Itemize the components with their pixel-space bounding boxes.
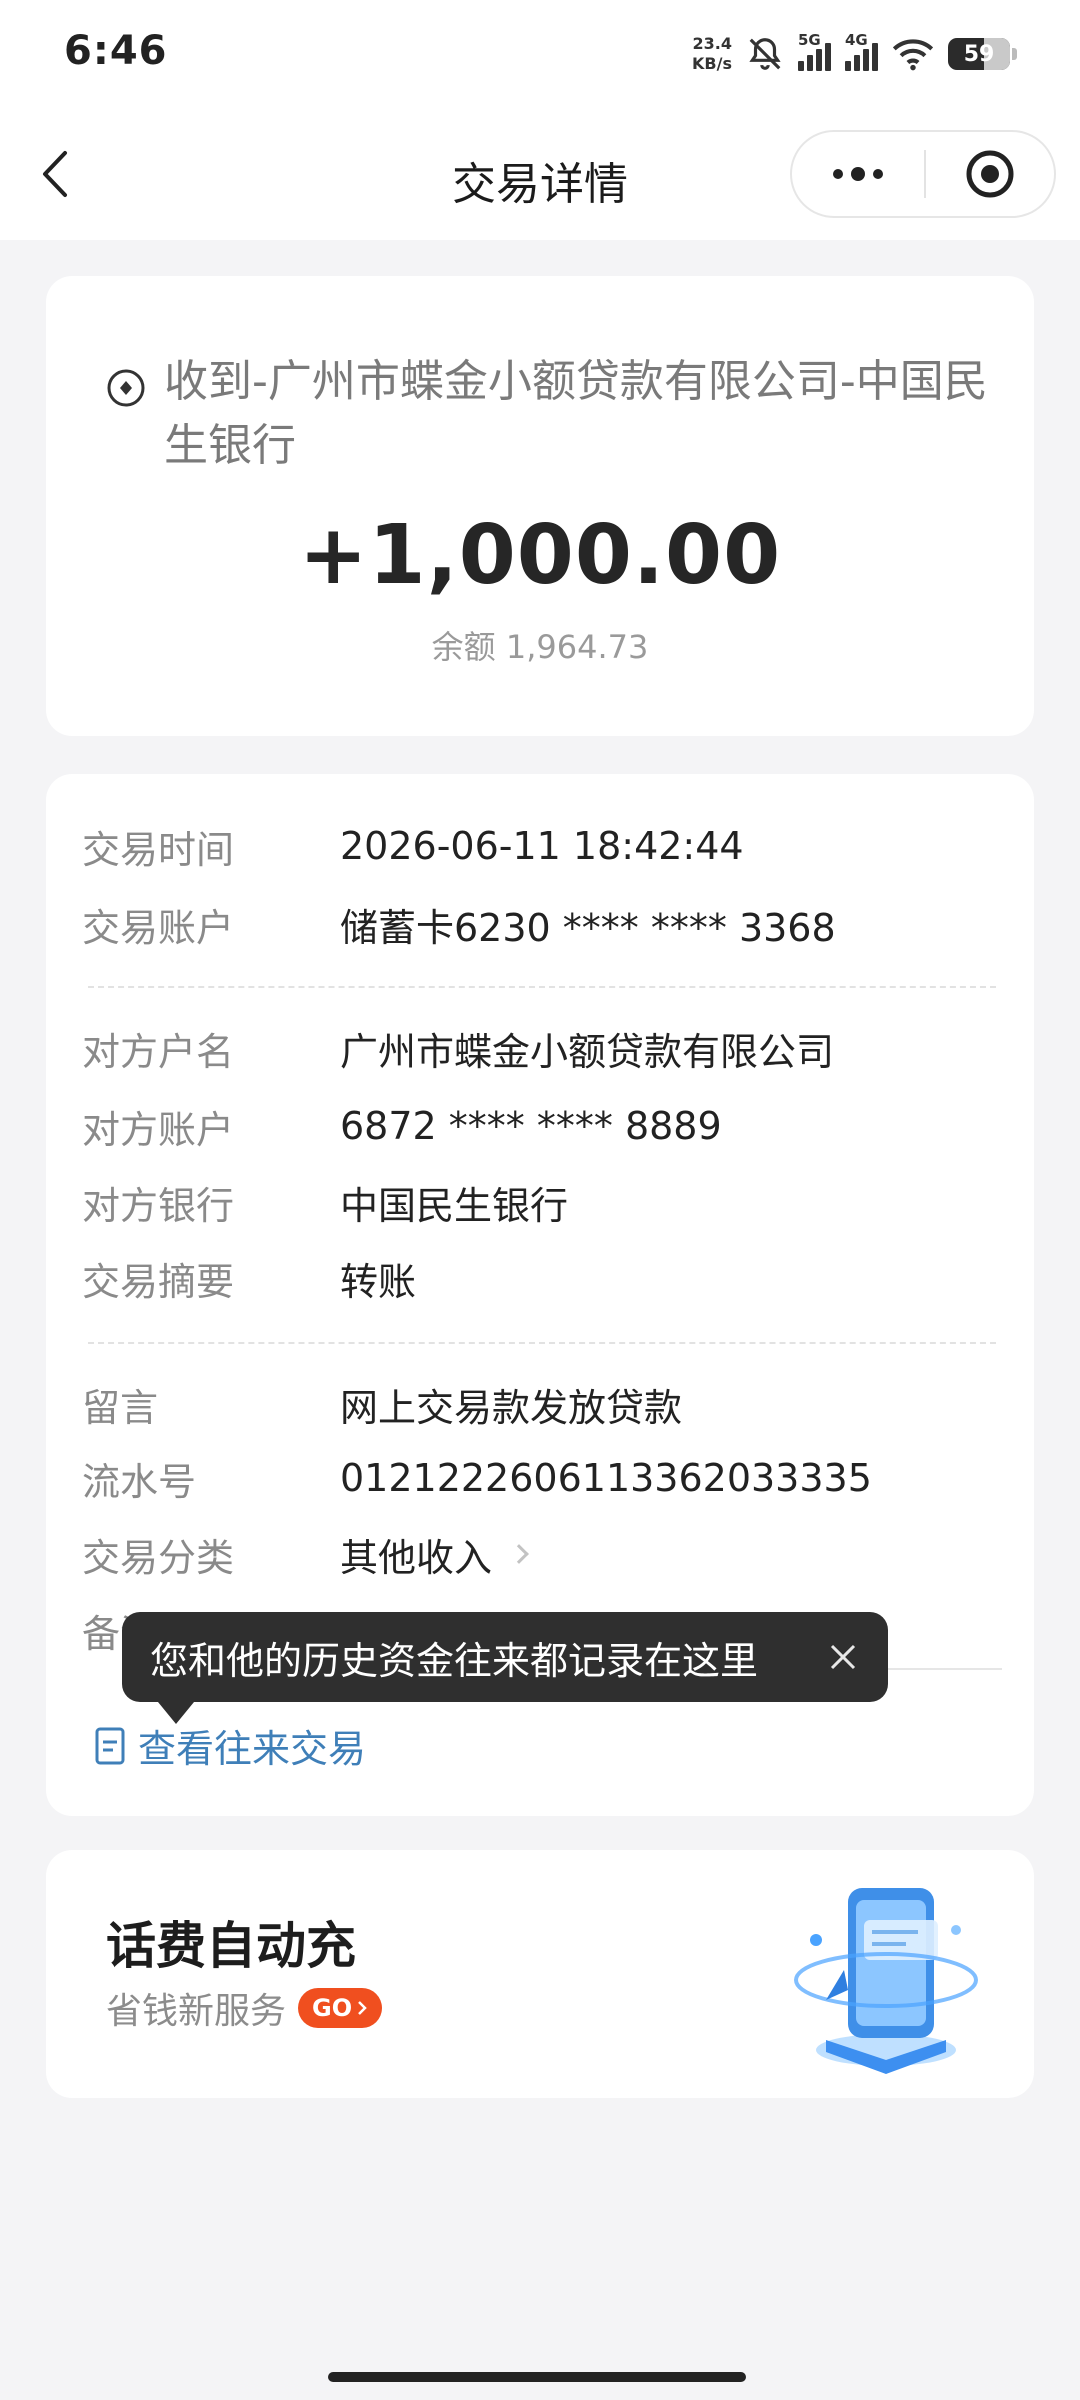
detail-label: 对方银行 bbox=[82, 1183, 235, 1228]
divider bbox=[88, 986, 996, 988]
promo-subtitle-text: 省钱新服务 bbox=[106, 1991, 287, 2032]
detail-value: 广州市蝶金小额贷款有限公司 bbox=[340, 1029, 835, 1074]
wifi-icon bbox=[892, 37, 934, 71]
view-history-label: 查看往来交易 bbox=[138, 1727, 367, 1771]
close-miniprogram-button[interactable] bbox=[926, 132, 1054, 216]
transaction-amount: +1,000.00 bbox=[298, 508, 782, 603]
detail-value: 网上交易款发放贷款 bbox=[340, 1385, 683, 1430]
network-speed-unit: KB/s bbox=[692, 54, 732, 73]
detail-row-time: 交易时间 2026-06-11 18:42:44 bbox=[82, 816, 1002, 876]
tooltip-close-button[interactable] bbox=[818, 1632, 868, 1682]
promo-title: 话费自动充 bbox=[106, 1917, 356, 1975]
divider bbox=[88, 1342, 996, 1344]
detail-label: 流水号 bbox=[82, 1459, 197, 1504]
chevron-right-icon bbox=[358, 2001, 367, 2015]
detail-value: 储蓄卡6230 **** **** 3368 bbox=[340, 905, 836, 950]
go-button[interactable]: GO bbox=[298, 1988, 383, 2028]
detail-row-payee-account: 对方账户 6872 **** **** 8889 bbox=[82, 1096, 1002, 1156]
battery-level: 59 bbox=[963, 41, 995, 67]
detail-label: 留言 bbox=[82, 1385, 159, 1430]
home-indicator[interactable] bbox=[328, 2372, 746, 2382]
category-value[interactable]: 其他收入 bbox=[340, 1527, 529, 1582]
detail-row-payee-bank: 对方银行 中国民生银行 bbox=[82, 1172, 1002, 1232]
detail-row-category[interactable]: 交易分类 其他收入 bbox=[82, 1524, 1002, 1584]
detail-label: 交易时间 bbox=[82, 827, 235, 872]
history-tooltip: 您和他的历史资金往来都记录在这里 bbox=[122, 1612, 888, 1724]
detail-label: 交易摘要 bbox=[82, 1259, 235, 1304]
status-icons: 23.4 KB/s 5G 4G 59 bbox=[692, 26, 1017, 82]
counterparty-icon bbox=[107, 369, 145, 407]
status-bar: 6:46 23.4 KB/s 5G 4G 59 bbox=[0, 0, 1080, 108]
signal-5g-icon: 5G bbox=[798, 31, 831, 71]
detail-row-account: 交易账户 储蓄卡6230 **** **** 3368 bbox=[82, 894, 1002, 954]
promo-card[interactable]: 话费自动充 省钱新服务 GO bbox=[46, 1850, 1034, 2098]
status-time: 6:46 bbox=[64, 28, 168, 74]
detail-row-payee-name: 对方户名 广州市蝶金小额贷款有限公司 bbox=[82, 1018, 1002, 1078]
detail-value: 转账 bbox=[340, 1259, 417, 1304]
tooltip-text: 您和他的历史资金往来都记录在这里 bbox=[150, 1638, 759, 1683]
view-history-link[interactable]: 查看往来交易 bbox=[94, 1718, 366, 1773]
signal-5g-label: 5G bbox=[798, 31, 821, 49]
tooltip-arrow bbox=[158, 1702, 194, 1724]
more-button[interactable] bbox=[792, 132, 924, 216]
target-icon bbox=[966, 150, 1014, 198]
mute-bell-icon bbox=[746, 35, 784, 73]
detail-label: 交易账户 bbox=[82, 905, 235, 950]
detail-label: 对方账户 bbox=[82, 1107, 235, 1152]
detail-value: 2026-06-11 18:42:44 bbox=[340, 824, 744, 868]
more-dots-icon bbox=[833, 169, 843, 179]
network-speed: 23.4 KB/s bbox=[692, 34, 732, 74]
detail-value: 其他收入 bbox=[340, 1535, 493, 1580]
document-icon bbox=[95, 1727, 125, 1764]
nav-bar: 交易详情 bbox=[0, 108, 1080, 240]
detail-row-message: 留言 网上交易款发放贷款 bbox=[82, 1374, 1002, 1434]
detail-value: 0121222606113362033335 bbox=[340, 1456, 872, 1500]
detail-value: 中国民生银行 bbox=[340, 1183, 569, 1228]
signal-4g-icon: 4G bbox=[845, 31, 878, 71]
detail-label: 对方户名 bbox=[82, 1029, 235, 1074]
phone-topup-illustration bbox=[794, 1888, 978, 2074]
signal-4g-label: 4G bbox=[845, 31, 868, 49]
promo-subtitle: 省钱新服务 GO bbox=[106, 1982, 383, 2034]
transaction-summary-card: 收到-广州市蝶金小额贷款有限公司-中国民生银行 +1,000.00 余额 1,9… bbox=[46, 276, 1034, 736]
network-speed-value: 23.4 bbox=[692, 34, 732, 53]
mini-program-capsule bbox=[790, 130, 1056, 218]
app-root: 6:46 23.4 KB/s 5G 4G 59 交易详情 收到-广州市蝶金小额贷… bbox=[0, 0, 1080, 2400]
detail-label: 交易分类 bbox=[82, 1535, 235, 1580]
detail-row-summary: 交易摘要 转账 bbox=[82, 1248, 1002, 1308]
close-icon bbox=[830, 1644, 856, 1670]
account-balance: 余额 1,964.73 bbox=[431, 628, 649, 666]
detail-row-serial: 流水号 0121222606113362033335 bbox=[82, 1448, 1002, 1508]
counterparty-title: 收到-广州市蝶金小额贷款有限公司-中国民生银行 bbox=[164, 356, 988, 471]
battery-icon: 59 bbox=[948, 38, 1017, 70]
detail-value: 6872 **** **** 8889 bbox=[340, 1104, 722, 1148]
chevron-right-icon bbox=[509, 1544, 529, 1564]
go-label: GO bbox=[312, 1994, 353, 2022]
